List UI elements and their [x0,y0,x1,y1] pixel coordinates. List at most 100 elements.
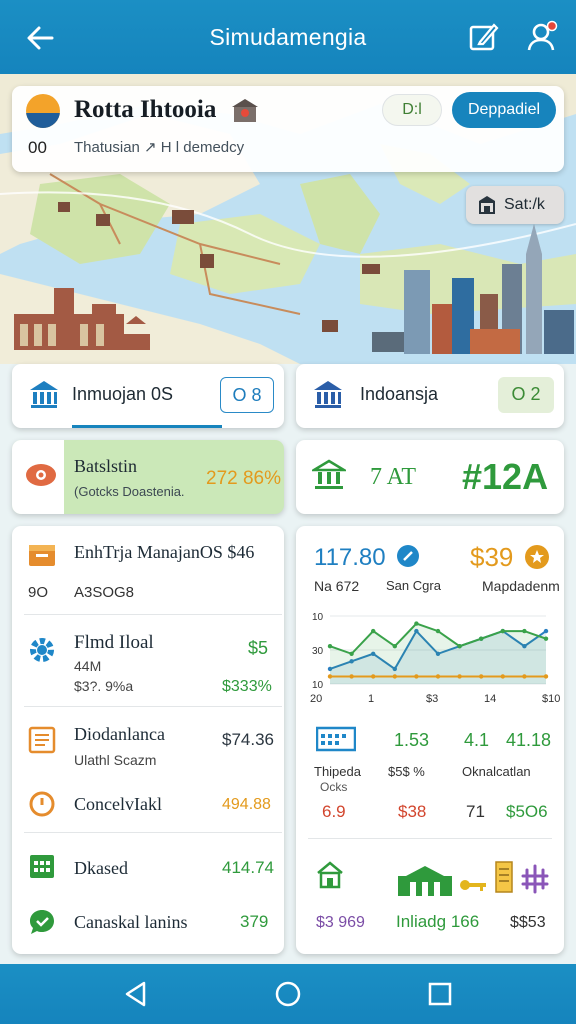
edit-icon[interactable] [466,20,500,54]
promo-tile[interactable]: Batslstin (Gotcks Doastenia. 272 86% [12,440,284,514]
data-point [522,628,527,634]
tile-right-label: Indoansja [360,384,439,404]
mid-label-3: Oknalcatlan [462,764,531,779]
mid-label-1b: Ocks [320,780,348,794]
data-point [479,674,484,679]
data-point [327,644,333,649]
calendar-bar-icon [316,726,356,752]
data-point [479,636,484,641]
map-layer-label: Sat:/k [504,196,545,213]
location-title: Rotta Ihtooia [74,96,217,123]
x-tick-label: 20 [310,693,322,705]
summary-tile[interactable]: 7 AT #12A [296,440,564,514]
institution-icon [30,381,58,408]
building-icon [479,196,495,214]
list-item-title: ConcelvIakl [74,794,162,814]
data-point [543,674,549,679]
data-point [349,651,354,656]
y-tick-label: 10 [312,612,324,623]
list-item-title: Flmd Iloal [74,632,154,653]
primary-pill-button[interactable]: Deppadiel [452,92,556,128]
x-tick-label: $3 [426,693,438,705]
document-icon [28,726,56,754]
stat-value-2: $39 [470,542,514,572]
list-item-value: 494.88 [222,796,271,813]
data-point [435,674,441,679]
data-point [392,674,397,679]
settings-gear-icon [30,638,54,662]
mid-value-v4: $5O6 [506,802,548,821]
map-layer-button[interactable]: Sat:/k [466,186,564,224]
info-circle-icon[interactable] [396,544,420,568]
data-point [522,674,527,679]
data-point [371,674,376,679]
list-item-sub1: 44M [74,658,102,674]
chat-check-icon [30,910,54,934]
list-item-title: Canaskal lanins [74,912,188,932]
institution-icon [314,381,342,408]
list-item-title: Dkased [74,858,128,878]
list-item-value: 414.74 [222,858,274,877]
clock-icon [29,791,55,817]
trend-line-chart[interactable]: 10 30 10 20 1 $3 14 $10 [296,606,564,706]
sunset-logo-icon [26,94,60,128]
data-point [371,628,376,634]
outline-pill-button[interactable]: D:l [382,94,442,126]
tile-left-badge[interactable]: O 8 [220,377,274,413]
list-item-value: 379 [240,912,269,931]
stat-label-2: San Cgra [386,578,441,593]
y-tick-label: 30 [312,646,324,657]
x-tick-label: 1 [368,693,374,705]
tile-right-badge[interactable]: O 2 [498,377,554,413]
data-point [457,644,462,649]
market-building-icon [398,866,452,896]
list-header-value-b: A3SOG8 [74,584,135,601]
tile-left[interactable]: Inmuojan 0S O 8 [12,364,284,428]
calendar-grid-icon [30,855,54,878]
nav-home-icon[interactable] [274,980,302,1008]
list-item-title: Diodanlanca [74,724,165,744]
list-header-value-a: 9O [28,584,49,601]
active-indicator [72,425,222,428]
nav-back-icon[interactable] [122,980,150,1008]
data-point [500,628,505,634]
x-tick-label: $10 [542,693,560,705]
accounts-list-card: EnhTrja ManajanOS $46 9O A3SOG8 Flmd Ilo… [12,526,284,954]
stat-value-1: 117.80 [314,544,386,571]
location-prefix: 00 [28,138,47,157]
mid-value-v1: 6.9 [322,802,346,821]
tile-right[interactable]: Indoansja O 2 [296,364,564,428]
data-point [414,674,419,679]
mid-value-c: 41.18 [506,730,552,750]
list-item-sub2: $3?. 9%a [74,678,134,694]
mid-value-a: 1.53 [394,730,430,750]
promo-value: 272 86% [206,468,282,489]
data-point [543,636,549,641]
summary-label: 7 AT [370,464,417,490]
bank-icon [312,459,346,489]
data-point [457,674,462,679]
location-subtitle: Thatusian ↗ H l demedcy [74,139,245,156]
data-point [327,674,333,679]
data-point [349,674,354,679]
museum-icon[interactable] [230,96,260,126]
bottom-value-a: $3 969 [316,914,365,931]
data-point [500,674,505,679]
wallet-icon [29,545,55,566]
promo-subtitle: (Gotcks Doastenia. [74,484,185,499]
app-bar: Simudamengia [0,0,576,74]
summary-value: #12A [462,456,549,497]
nav-recents-icon[interactable] [428,982,452,1006]
data-point [414,621,419,626]
user-notification-icon[interactable] [524,18,560,54]
star-badge-icon [525,545,549,569]
mid-value-b: 4.1 [464,730,490,750]
list-item-value: $74.36 [222,730,274,749]
ticket-icon [26,464,56,486]
analytics-card: 117.80 $39 Na 672 San Cgra Mapdadenm 10 3… [296,526,564,954]
data-point [435,628,441,634]
plant-icon [521,864,549,894]
stat-label-1: Na 672 [314,578,360,594]
y-tick-label: 10 [312,680,324,691]
list-item-value: $5 [248,638,269,658]
